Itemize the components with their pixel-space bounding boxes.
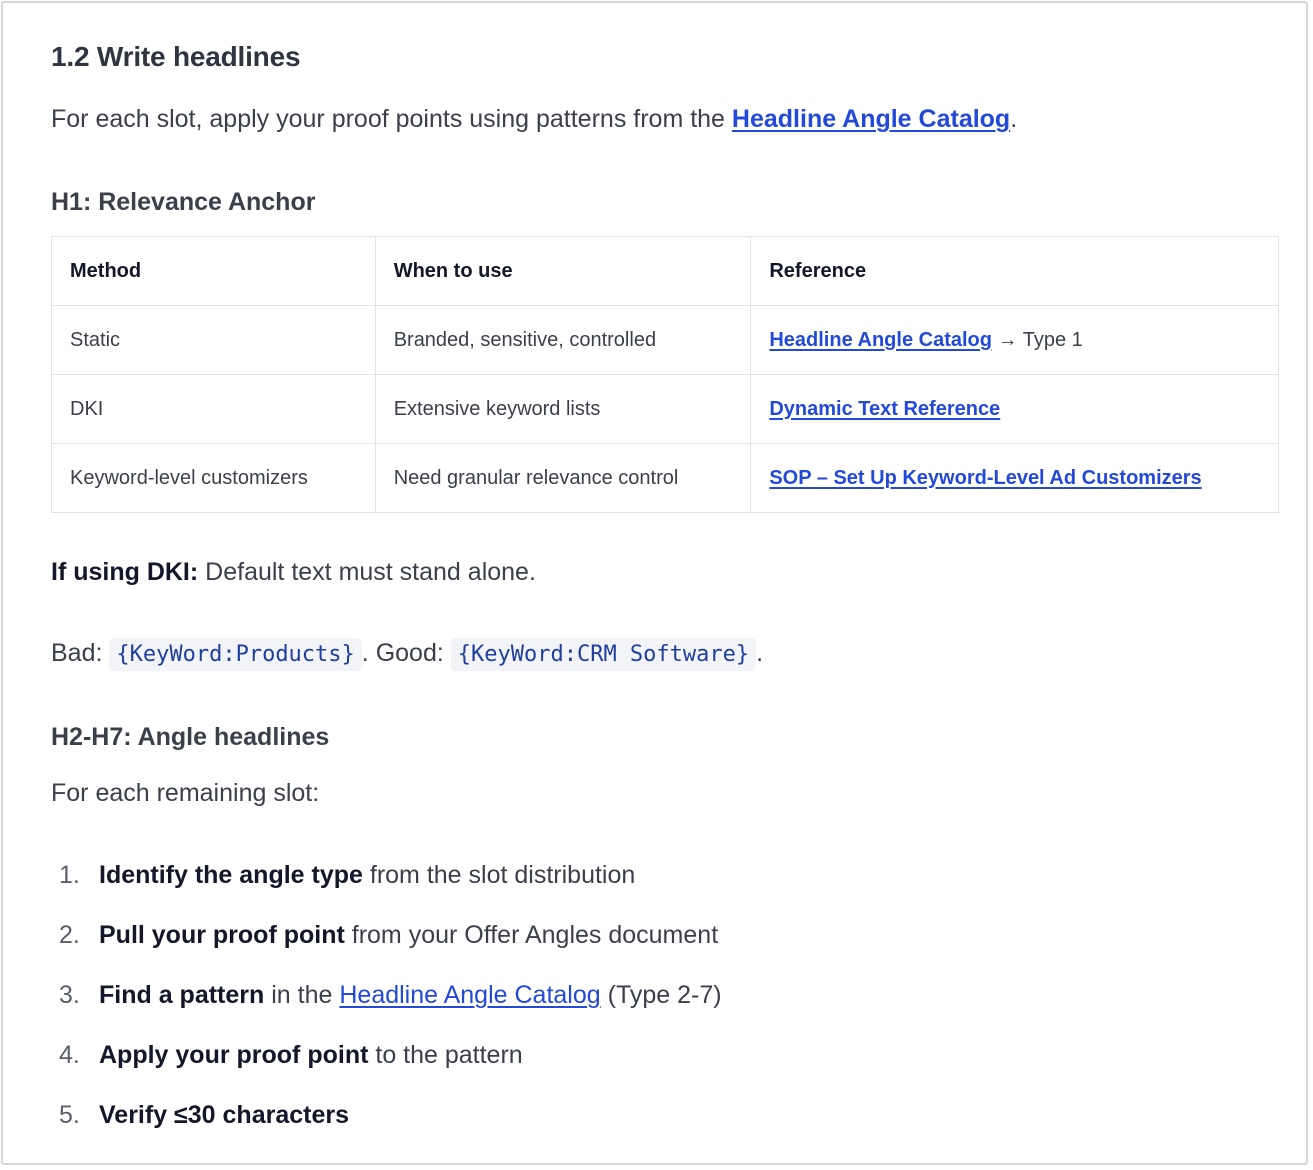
h2-section-title: H2-H7: Angle headlines (51, 723, 330, 751)
headline-angle-catalog-link[interactable]: Headline Angle Catalog (339, 981, 600, 1009)
table-row: Static Branded, sensitive, controlled He… (51, 305, 1279, 375)
example-end: . (756, 639, 764, 667)
dki-note-text: Default text must stand alone. (198, 558, 536, 586)
step-number: 5. (59, 1101, 80, 1129)
step-bold: Pull your proof point (99, 921, 345, 949)
remaining-slots-intro: For each remaining slot: (51, 779, 320, 807)
intro-end: . (1010, 105, 1018, 133)
step-number: 3. (59, 981, 80, 1009)
step-number: 1. (59, 861, 80, 889)
reference-suffix: → Type 1 (991, 328, 1083, 351)
intro-text: For each slot, apply your proof points u… (51, 105, 732, 133)
column-header-method: Method (51, 236, 376, 306)
column-header-reference: Reference (750, 236, 1279, 306)
table-header-row: Method When to use Reference (51, 236, 1279, 306)
step-rest: to the pattern (368, 1041, 523, 1069)
reference-cell: SOP – Set Up Keyword-Level Ad Customizer… (750, 443, 1279, 513)
section-title: 1.2 Write headlines (51, 41, 301, 72)
h1-section-title: H1: Relevance Anchor (51, 188, 316, 216)
intro-paragraph: For each slot, apply your proof points u… (51, 105, 1017, 134)
dki-note: If using DKI: Default text must stand al… (51, 558, 536, 587)
when-cell: Need granular relevance control (374, 443, 752, 513)
dki-note-label: If using DKI: (51, 558, 199, 586)
step-text: Apply your proof point to the pattern (99, 1041, 523, 1070)
step-text: Pull your proof point from your Offer An… (99, 921, 718, 950)
step-rest: from the slot distribution (362, 861, 636, 889)
step-text: Verify ≤30 characters (99, 1101, 349, 1130)
methods-table: Method When to use Reference Static Bran… (51, 236, 1279, 513)
step-text: Find a pattern in the Headline Angle Cat… (99, 981, 722, 1010)
when-cell: Extensive keyword lists (374, 374, 752, 444)
step-text: Identify the angle type from the slot di… (99, 861, 635, 890)
step-bold: Identify the angle type (99, 861, 363, 889)
table-row: Keyword-level customizers Need granular … (51, 443, 1279, 513)
step-bold: Verify ≤30 characters (99, 1101, 349, 1129)
step-middle: in the (264, 981, 340, 1009)
good-code-snippet: {KeyWord:CRM Software} (450, 638, 757, 671)
step-bold: Find a pattern (99, 981, 265, 1009)
bad-label: Bad: (51, 639, 110, 667)
step-rest: from your Offer Angles document (344, 921, 719, 949)
reference-cell: Headline Angle Catalog → Type 1 (750, 305, 1279, 375)
method-cell: DKI (51, 374, 376, 444)
dki-example: Bad: {KeyWord:Products}. Good: {KeyWord:… (51, 638, 764, 671)
document-frame: 1.2 Write headlines For each slot, apply… (1, 1, 1308, 1165)
method-cell: Keyword-level customizers (51, 443, 376, 513)
table-row: DKI Extensive keyword lists Dynamic Text… (51, 374, 1279, 444)
column-header-when: When to use (374, 236, 752, 306)
when-cell: Branded, sensitive, controlled (374, 305, 752, 375)
reference-cell: Dynamic Text Reference (750, 374, 1279, 444)
bad-code-snippet: {KeyWord:Products} (109, 638, 362, 671)
dynamic-text-reference-link[interactable]: Dynamic Text Reference (769, 398, 1000, 420)
sop-keyword-customizers-link[interactable]: SOP – Set Up Keyword-Level Ad Customizer… (769, 467, 1201, 489)
step-number: 4. (59, 1041, 80, 1069)
step-rest: (Type 2-7) (600, 981, 722, 1009)
headline-angle-catalog-link[interactable]: Headline Angle Catalog (732, 105, 1010, 133)
step-number: 2. (59, 921, 80, 949)
good-label: . Good: (361, 639, 451, 667)
step-bold: Apply your proof point (99, 1041, 369, 1069)
method-cell: Static (51, 305, 376, 375)
headline-angle-catalog-link[interactable]: Headline Angle Catalog (769, 329, 992, 351)
